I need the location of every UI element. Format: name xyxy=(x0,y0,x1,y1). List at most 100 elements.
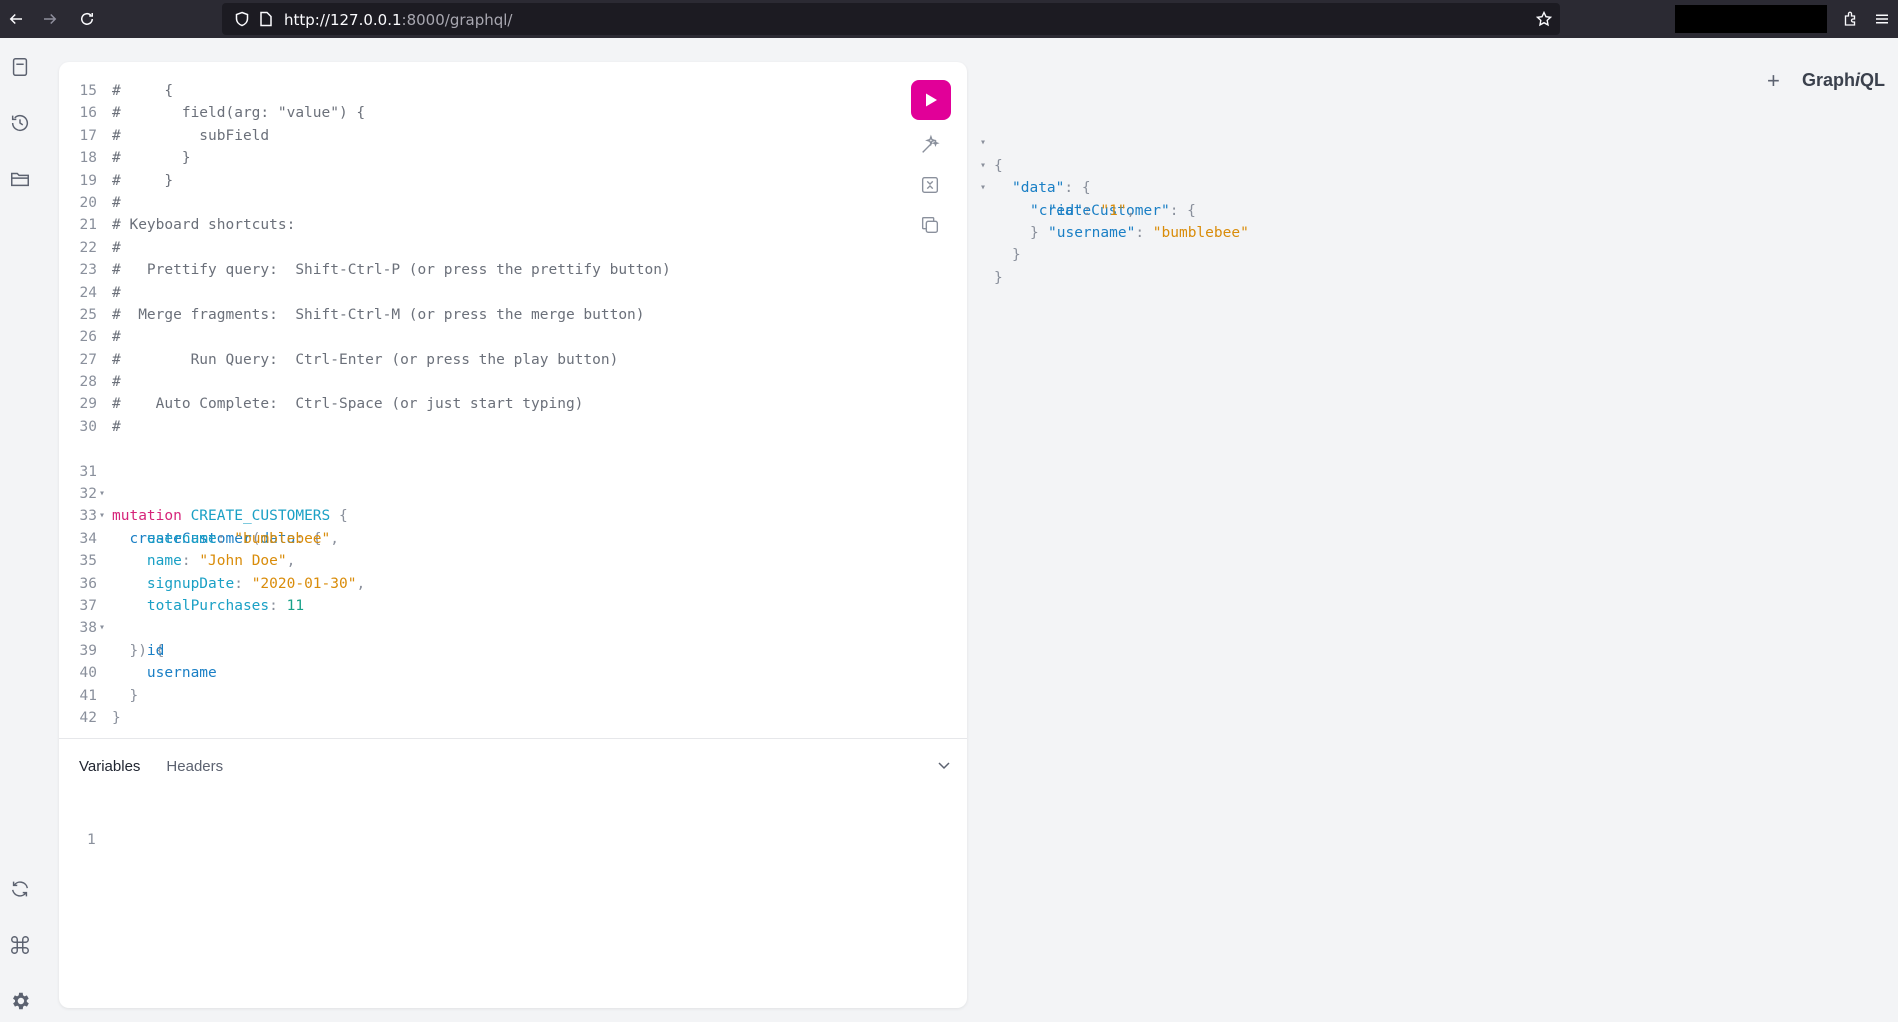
refetch-schema-icon[interactable] xyxy=(9,878,33,902)
merge-icon xyxy=(921,176,939,194)
result-line: "id": "1", xyxy=(1048,202,1136,219)
result-line: } xyxy=(1030,224,1039,241)
comment-text: # xyxy=(112,284,121,301)
code-line: 16 # field(arg: "value") { xyxy=(59,102,366,124)
result-line: } xyxy=(994,269,1003,286)
editor-divider xyxy=(59,738,967,739)
comment-text: # Prettify query: Shift-Ctrl-P (or press… xyxy=(112,262,671,279)
shortcuts-command-icon[interactable] xyxy=(9,934,33,958)
result-line: ▾ { xyxy=(980,110,1032,173)
back-arrow-icon[interactable] xyxy=(4,7,28,31)
response-viewer[interactable]: ▾ { ▾ "data": { ▾ "createCustomer": { "i… xyxy=(980,110,1249,289)
chevron-down-icon[interactable] xyxy=(935,756,953,774)
code-line: 33 username: "bumblebee", xyxy=(59,483,339,546)
url-host: http://127.0.0.1 xyxy=(284,11,402,29)
explorer-folder-icon[interactable] xyxy=(9,168,33,192)
input-value: "2020-01-30" xyxy=(251,575,357,592)
line-number: 28 xyxy=(79,374,97,391)
code-line: 20 # xyxy=(59,192,129,214)
prettify-button[interactable] xyxy=(919,134,943,158)
query-editor-panel[interactable]: 15 # {16 # field(arg: "value") {17 # subFie… xyxy=(59,62,967,1008)
json-value: "bumblebee" xyxy=(1152,224,1249,241)
comment-text: # xyxy=(112,194,121,211)
variables-line-number: 1 xyxy=(87,832,96,848)
code-line: 19 # } xyxy=(59,170,174,192)
line-number: 19 xyxy=(79,172,97,189)
result-line: ▾ "createCustomer": { xyxy=(980,155,1196,218)
extensions-icon[interactable] xyxy=(1838,7,1862,31)
tab-headers[interactable]: Headers xyxy=(166,752,223,781)
shield-icon xyxy=(234,11,250,27)
page-icon xyxy=(258,11,274,27)
selection-field: username xyxy=(146,665,217,682)
logo-text-suffix: QL xyxy=(1860,70,1886,90)
prettify-wand-icon xyxy=(922,134,940,153)
result-line: ▾ "data": { xyxy=(980,132,1091,196)
code-line: 38 id xyxy=(59,595,165,658)
code-line: 28 # xyxy=(59,371,129,393)
editor-tools-tabs: Variables Headers xyxy=(79,752,223,781)
line-number: 21 xyxy=(79,217,97,234)
code-line: 29 # Auto Complete: Ctrl-Space (or just s… xyxy=(59,393,584,415)
code-line: 32 ▾ createCustomer(data: { xyxy=(59,461,322,547)
input-key: username xyxy=(146,530,217,547)
merge-fragments-button[interactable] xyxy=(919,174,943,198)
json-value: "1" xyxy=(1100,202,1127,219)
line-number: 18 xyxy=(79,150,97,167)
code-line: 30 # xyxy=(59,416,129,438)
graphiql-app: 15 # {16 # field(arg: "value") {17 # subFie… xyxy=(0,38,1898,1022)
code-line: 25 # Merge fragments: Shift-Ctrl-M (or pr… xyxy=(59,304,645,326)
code-line: 22 # xyxy=(59,237,129,259)
code-line: 24 # xyxy=(59,282,129,304)
line-number: 22 xyxy=(79,239,97,256)
comment-text: # xyxy=(112,374,121,391)
json-key: "id" xyxy=(1048,202,1083,219)
code-line: 36 totalPurchases: 11 xyxy=(59,550,305,614)
line-number: 24 xyxy=(79,284,97,301)
code-line: 42 xyxy=(59,685,129,726)
play-icon xyxy=(926,93,937,107)
line-number: 30 xyxy=(79,418,97,435)
bookmark-star-icon[interactable] xyxy=(1535,10,1553,27)
documentation-icon[interactable] xyxy=(9,56,33,80)
comment-text: # Run Query: Ctrl-Enter (or press the pl… xyxy=(112,351,619,368)
input-key: totalPurchases xyxy=(146,598,270,615)
code-line: 31 ▾ mutation CREATE_CUSTOMERS { xyxy=(59,438,348,525)
code-line: 27 # Run Query: Ctrl-Enter (or press the … xyxy=(59,349,619,371)
reload-icon[interactable] xyxy=(75,7,99,31)
history-icon[interactable] xyxy=(9,112,33,136)
logo-text-prefix: Graph xyxy=(1802,70,1856,90)
code-line: 35 signupDate: "2020-01-30", xyxy=(59,528,366,591)
comment-text: # Auto Complete: Ctrl-Space (or just sta… xyxy=(112,396,584,413)
input-value: 11 xyxy=(286,598,305,615)
menu-icon[interactable] xyxy=(1870,7,1894,31)
run-query-button[interactable] xyxy=(911,80,951,120)
code-line: 37 ▾ }) { xyxy=(59,573,165,659)
selection-field: id xyxy=(146,642,165,659)
settings-gear-icon[interactable] xyxy=(9,990,33,1014)
graphiql-sidebar xyxy=(0,38,42,1022)
url-text[interactable]: http://127.0.0.1:8000/graphql/ xyxy=(284,11,512,29)
add-tab-button[interactable]: + xyxy=(1767,68,1780,94)
operation-name: CREATE_CUSTOMERS xyxy=(190,508,331,525)
line-number: 20 xyxy=(79,194,97,211)
comment-text: # } xyxy=(112,150,191,167)
line-number: 23 xyxy=(79,262,97,279)
code-line: 23 # Prettify query: Shift-Ctrl-P (or pre… xyxy=(59,259,671,281)
copy-query-button[interactable] xyxy=(919,214,943,238)
url-bar[interactable]: http://127.0.0.1:8000/graphql/ xyxy=(222,3,1560,35)
copy-icon xyxy=(921,216,939,234)
comment-text: # { xyxy=(112,83,174,99)
comment-text: # Keyboard shortcuts: xyxy=(112,217,296,234)
code-line: 21 # Keyboard shortcuts: xyxy=(59,214,296,236)
comment-text: # Merge fragments: Shift-Ctrl-M (or pres… xyxy=(112,306,645,323)
line-number: 16 xyxy=(79,105,97,122)
forward-arrow-icon[interactable] xyxy=(38,7,62,31)
line-number: 17 xyxy=(79,127,97,144)
line-number: 26 xyxy=(79,329,97,346)
json-key: "username" xyxy=(1048,224,1136,241)
line-number: 42 xyxy=(79,709,97,726)
tab-variables[interactable]: Variables xyxy=(79,752,140,781)
query-editor[interactable]: 15 # {16 # field(arg: "value") {17 # subFie… xyxy=(59,80,671,726)
browser-toolbar: http://127.0.0.1:8000/graphql/ xyxy=(0,0,1898,38)
